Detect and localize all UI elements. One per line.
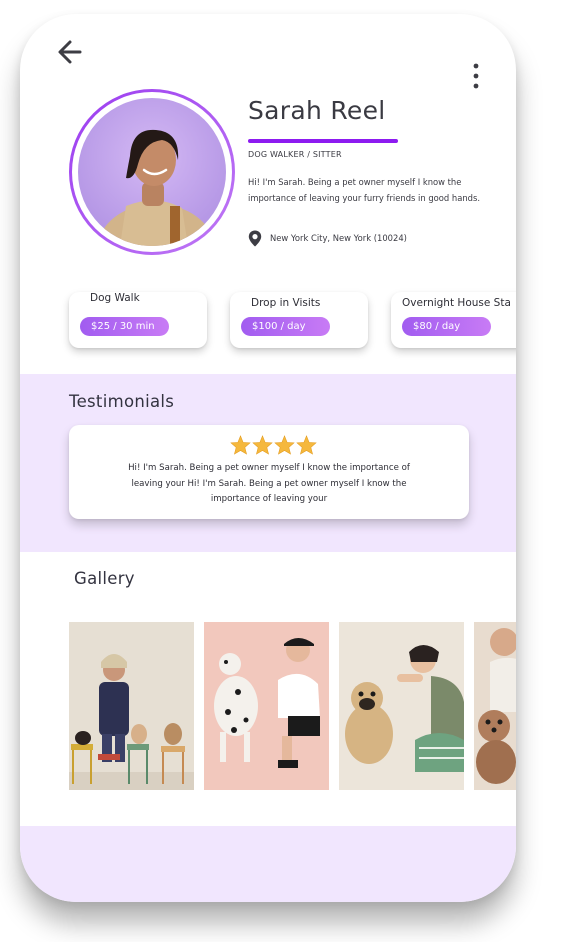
profile-screen: Sarah Reel DOG WALKER / SITTER Hi! I'm S…: [20, 14, 516, 902]
profile-role: DOG WALKER / SITTER: [248, 150, 342, 159]
price-badge: $100 / day: [241, 317, 330, 336]
gallery-title: Gallery: [74, 569, 135, 588]
service-title: Overnight House Sta: [402, 297, 511, 309]
testimonials-section: Testimonials Hi! I'm Sarah. Being a pet …: [20, 374, 516, 552]
profile-location: New York City, New York (10024): [270, 233, 407, 243]
service-card-drop-in-visits[interactable]: Drop in Visits $100 / day: [230, 292, 368, 348]
name-underline: [248, 139, 398, 143]
phone-frame: Sarah Reel DOG WALKER / SITTER Hi! I'm S…: [20, 14, 516, 902]
arrow-left-icon: [58, 40, 82, 64]
gallery-photo[interactable]: [69, 622, 194, 790]
map-pin-icon: [248, 230, 262, 247]
testimonial-card[interactable]: Hi! I'm Sarah. Being a pet owner myself …: [69, 425, 469, 519]
avatar: [78, 98, 226, 246]
service-title: Drop in Visits: [251, 297, 321, 309]
profile-name: Sarah Reel: [248, 96, 386, 125]
services-list: Dog Walk $25 / 30 min Drop in Visits $10…: [20, 292, 516, 356]
more-vertical-icon: [473, 63, 479, 89]
back-button[interactable]: [52, 34, 88, 70]
avatar-portrait: [98, 129, 214, 246]
bottom-panel: [20, 826, 516, 902]
profile-bio: Hi! I'm Sarah. Being a pet owner myself …: [248, 177, 480, 203]
gallery-photo[interactable]: [474, 622, 516, 790]
gallery-photo[interactable]: [339, 622, 464, 790]
avatar-frame: [69, 89, 235, 255]
gallery-photo[interactable]: [204, 622, 329, 790]
service-title: Dog Walk: [90, 292, 140, 304]
testimonial-text: Hi! I'm Sarah. Being a pet owner myself …: [128, 463, 410, 504]
testimonials-title: Testimonials: [69, 392, 175, 411]
gallery-strip[interactable]: [69, 622, 516, 792]
star-icon: [296, 435, 317, 455]
price-badge: $80 / day: [402, 317, 491, 336]
more-options-button[interactable]: [464, 60, 488, 92]
price-badge: $25 / 30 min: [80, 317, 169, 336]
rating-stars: [230, 435, 317, 455]
star-icon: [274, 435, 295, 455]
star-icon: [252, 435, 273, 455]
service-card-overnight-house-stay[interactable]: Overnight House Sta $80 / day: [391, 292, 516, 348]
service-card-dog-walk[interactable]: Dog Walk $25 / 30 min: [69, 292, 207, 348]
star-icon: [230, 435, 251, 455]
